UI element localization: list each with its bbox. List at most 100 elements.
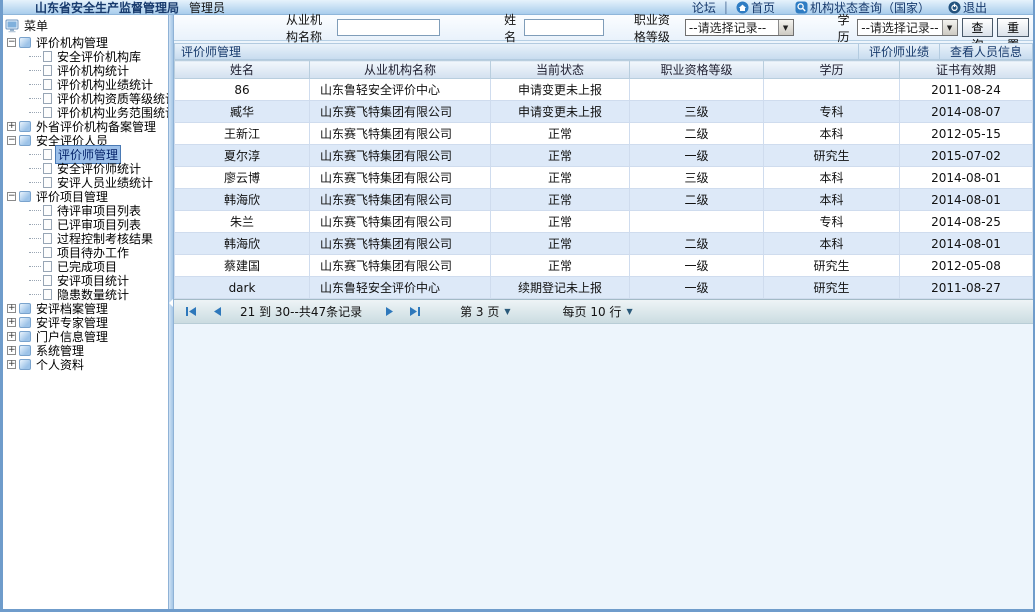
cell-qualification: 一级 [630, 255, 764, 277]
table-row[interactable]: 臧华山东赛飞特集团有限公司申请变更未上报三级专科2014-08-07 [175, 101, 1033, 123]
first-page-button[interactable] [182, 305, 200, 319]
cell-org: 山东赛飞特集团有限公司 [310, 123, 491, 145]
dropdown-arrow-icon[interactable]: ▼ [778, 20, 793, 35]
sidebar-item-personal-profile[interactable]: 个人资料 [5, 357, 168, 371]
document-icon [43, 107, 52, 118]
cell-education: 专科 [764, 211, 900, 233]
logout-link[interactable]: 退出 [948, 0, 987, 16]
cell-education: 研究生 [764, 145, 900, 167]
collapse-icon[interactable] [7, 192, 16, 201]
expand-icon[interactable] [7, 304, 16, 313]
home-link[interactable]: 首页 [736, 0, 775, 16]
sidebar-item-portal-info-mgmt[interactable]: 门户信息管理 [5, 329, 168, 343]
table-row[interactable]: 朱兰山东赛飞特集团有限公司正常专科2014-08-25 [175, 211, 1033, 233]
document-icon [43, 149, 52, 160]
expand-icon[interactable] [7, 122, 16, 131]
page-number-dropdown[interactable]: 第 3 页 ▼ [460, 303, 510, 320]
folder-icon [19, 37, 31, 48]
view-personnel-info-link[interactable]: 查看人员信息 [939, 43, 1032, 60]
tree-line [29, 280, 41, 281]
main-area: 从业机构名称 姓名 职业资格等级 --请选择记录-- ▼ 学历 --请选择记录-… [174, 15, 1033, 609]
tree-line [29, 182, 41, 183]
qualification-select[interactable]: --请选择记录-- ▼ [685, 19, 794, 36]
last-page-button[interactable] [406, 305, 424, 319]
cell-education: 本科 [764, 233, 900, 255]
content-background [174, 324, 1033, 609]
tree-line [29, 154, 41, 155]
document-icon [43, 163, 52, 174]
cell-name: dark [175, 277, 310, 299]
person-name-label: 姓名 [504, 11, 520, 45]
table-row[interactable]: 韩海欣山东赛飞特集团有限公司正常二级本科2014-08-01 [175, 189, 1033, 211]
sidebar-header-label: 菜单 [24, 17, 48, 34]
collapse-arrow-icon [169, 299, 173, 307]
cell-status: 正常 [491, 233, 630, 255]
sidebar-item-system-mgmt[interactable]: 系统管理 [5, 343, 168, 357]
forum-link[interactable]: 论坛 [692, 0, 716, 16]
expand-icon[interactable] [7, 346, 16, 355]
col-header-status: 当前状态 [491, 61, 630, 79]
page-size-label: 每页 10 行 [563, 303, 622, 320]
table-row[interactable]: 廖云博山东赛飞特集团有限公司正常三级本科2014-08-01 [175, 167, 1033, 189]
table-row[interactable]: dark山东鲁轻安全评价中心续期登记未上报一级研究生2011-08-27 [175, 277, 1033, 299]
document-icon [43, 93, 52, 104]
folder-icon [19, 135, 31, 146]
panel-title: 评价师管理 [175, 43, 241, 60]
cell-cert-validity: 2014-08-01 [900, 167, 1033, 189]
cell-status: 正常 [491, 167, 630, 189]
cell-cert-validity: 2014-08-07 [900, 101, 1033, 123]
table-row[interactable]: 86山东鲁轻安全评价中心申请变更未上报2011-08-24 [175, 79, 1033, 101]
page-title: 山东省安全生产监督管理局 [35, 0, 179, 16]
cell-education [764, 79, 900, 101]
education-select[interactable]: --请选择记录-- ▼ [857, 19, 957, 36]
reset-button[interactable]: 重置 [997, 18, 1029, 37]
sidebar-collapse-handle[interactable] [168, 15, 174, 609]
col-header-name: 姓名 [175, 61, 310, 79]
collapse-icon[interactable] [7, 38, 16, 47]
next-page-button[interactable] [380, 305, 398, 319]
query-button[interactable]: 查询 [962, 18, 994, 37]
evaluator-performance-link[interactable]: 评价师业绩 [858, 43, 939, 60]
cell-name: 朱兰 [175, 211, 310, 233]
monitor-icon [5, 19, 21, 33]
cell-education: 研究生 [764, 277, 900, 299]
prev-page-button[interactable] [208, 305, 226, 319]
folder-icon [19, 303, 31, 314]
org-status-link[interactable]: 机构状态查询（国家） [795, 0, 930, 16]
document-icon [43, 275, 52, 286]
expand-icon[interactable] [7, 360, 16, 369]
logout-icon [948, 1, 961, 14]
chevron-down-icon: ▼ [626, 307, 632, 316]
cell-qualification: 一级 [630, 145, 764, 167]
education-label: 学历 [838, 11, 854, 45]
person-name-input[interactable] [524, 19, 604, 36]
cell-org: 山东赛飞特集团有限公司 [310, 255, 491, 277]
table-row[interactable]: 夏尔淳山东赛飞特集团有限公司正常一级研究生2015-07-02 [175, 145, 1033, 167]
org-name-input[interactable] [337, 19, 440, 36]
cell-education: 专科 [764, 101, 900, 123]
pagination-bar: 21 到 30--共47条记录 第 3 页 ▼ 每页 10 行 ▼ [174, 299, 1033, 324]
cell-status: 申请变更未上报 [491, 101, 630, 123]
app-window: 山东省安全生产监督管理局 管理员 论坛 | 首页 机构状态查询（国家） 退出 [0, 0, 1035, 612]
cell-education: 本科 [764, 167, 900, 189]
document-icon [43, 205, 52, 216]
collapse-icon[interactable] [7, 136, 16, 145]
table-row[interactable]: 王新江山东赛飞特集团有限公司正常二级本科2012-05-15 [175, 123, 1033, 145]
page-size-dropdown[interactable]: 每页 10 行 ▼ [563, 303, 633, 320]
cell-cert-validity: 2014-08-01 [900, 189, 1033, 211]
expand-icon[interactable] [7, 332, 16, 341]
cell-cert-validity: 2012-05-08 [900, 255, 1033, 277]
tree-line [29, 238, 41, 239]
dropdown-arrow-icon[interactable]: ▼ [942, 20, 957, 35]
record-range-label: 21 到 30--共47条记录 [240, 303, 362, 320]
document-icon [43, 289, 52, 300]
cell-education: 本科 [764, 123, 900, 145]
table-row[interactable]: 蔡建国山东赛飞特集团有限公司正常一级研究生2012-05-08 [175, 255, 1033, 277]
cell-name: 韩海欣 [175, 233, 310, 255]
cell-status: 续期登记未上报 [491, 277, 630, 299]
cell-org: 山东鲁轻安全评价中心 [310, 79, 491, 101]
table-row[interactable]: 韩海欣山东赛飞特集团有限公司正常二级本科2014-08-01 [175, 233, 1033, 255]
expand-icon[interactable] [7, 318, 16, 327]
cell-status: 正常 [491, 145, 630, 167]
cell-name: 蔡建国 [175, 255, 310, 277]
